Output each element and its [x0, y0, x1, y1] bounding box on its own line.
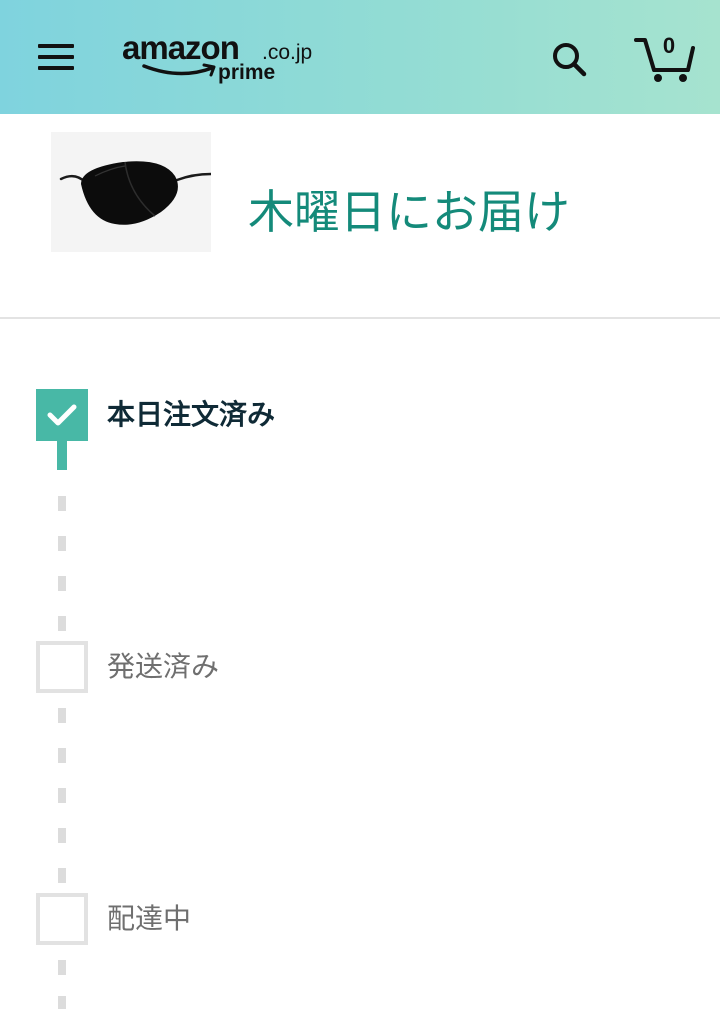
logo-prime: prime — [218, 61, 276, 84]
progress-connector-done — [57, 440, 67, 470]
progress-connector-dash — [58, 616, 66, 631]
step-out-for-delivery-label: 配達中 — [107, 902, 192, 935]
step-shipped-checkbox — [36, 641, 88, 693]
progress-connector-dash — [58, 576, 66, 591]
cart-count-badge: 0 — [662, 33, 676, 58]
progress-connector-dash — [58, 960, 66, 975]
checkmark-icon — [47, 404, 77, 426]
progress-connector-dash — [58, 708, 66, 723]
search-icon[interactable] — [548, 38, 590, 80]
section-divider — [0, 317, 720, 319]
hamburger-menu-icon[interactable] — [36, 40, 76, 74]
step-shipped-label: 発送済み — [107, 650, 220, 683]
cart-button[interactable]: 0 — [633, 30, 697, 86]
progress-connector-dash — [58, 996, 66, 1009]
progress-connector-dash — [58, 868, 66, 883]
step-ordered-checkbox — [36, 389, 88, 441]
amazon-prime-logo[interactable]: amazon .co.jp prime — [122, 28, 332, 90]
top-nav-bar: amazon .co.jp prime 0 — [0, 0, 720, 114]
step-ordered-label: 本日注文済み — [107, 398, 276, 431]
delivery-date-heading: 木曜日にお届け — [248, 185, 570, 239]
product-image[interactable] — [51, 132, 213, 252]
progress-connector-dash — [58, 828, 66, 843]
eye-patch-image — [59, 161, 213, 225]
progress-connector-dash — [58, 748, 66, 763]
amazon-smile-icon — [142, 63, 216, 77]
progress-connector-dash — [58, 496, 66, 511]
progress-connector-dash — [58, 536, 66, 551]
progress-connector-dash — [58, 788, 66, 803]
step-out-for-delivery-checkbox — [36, 893, 88, 945]
